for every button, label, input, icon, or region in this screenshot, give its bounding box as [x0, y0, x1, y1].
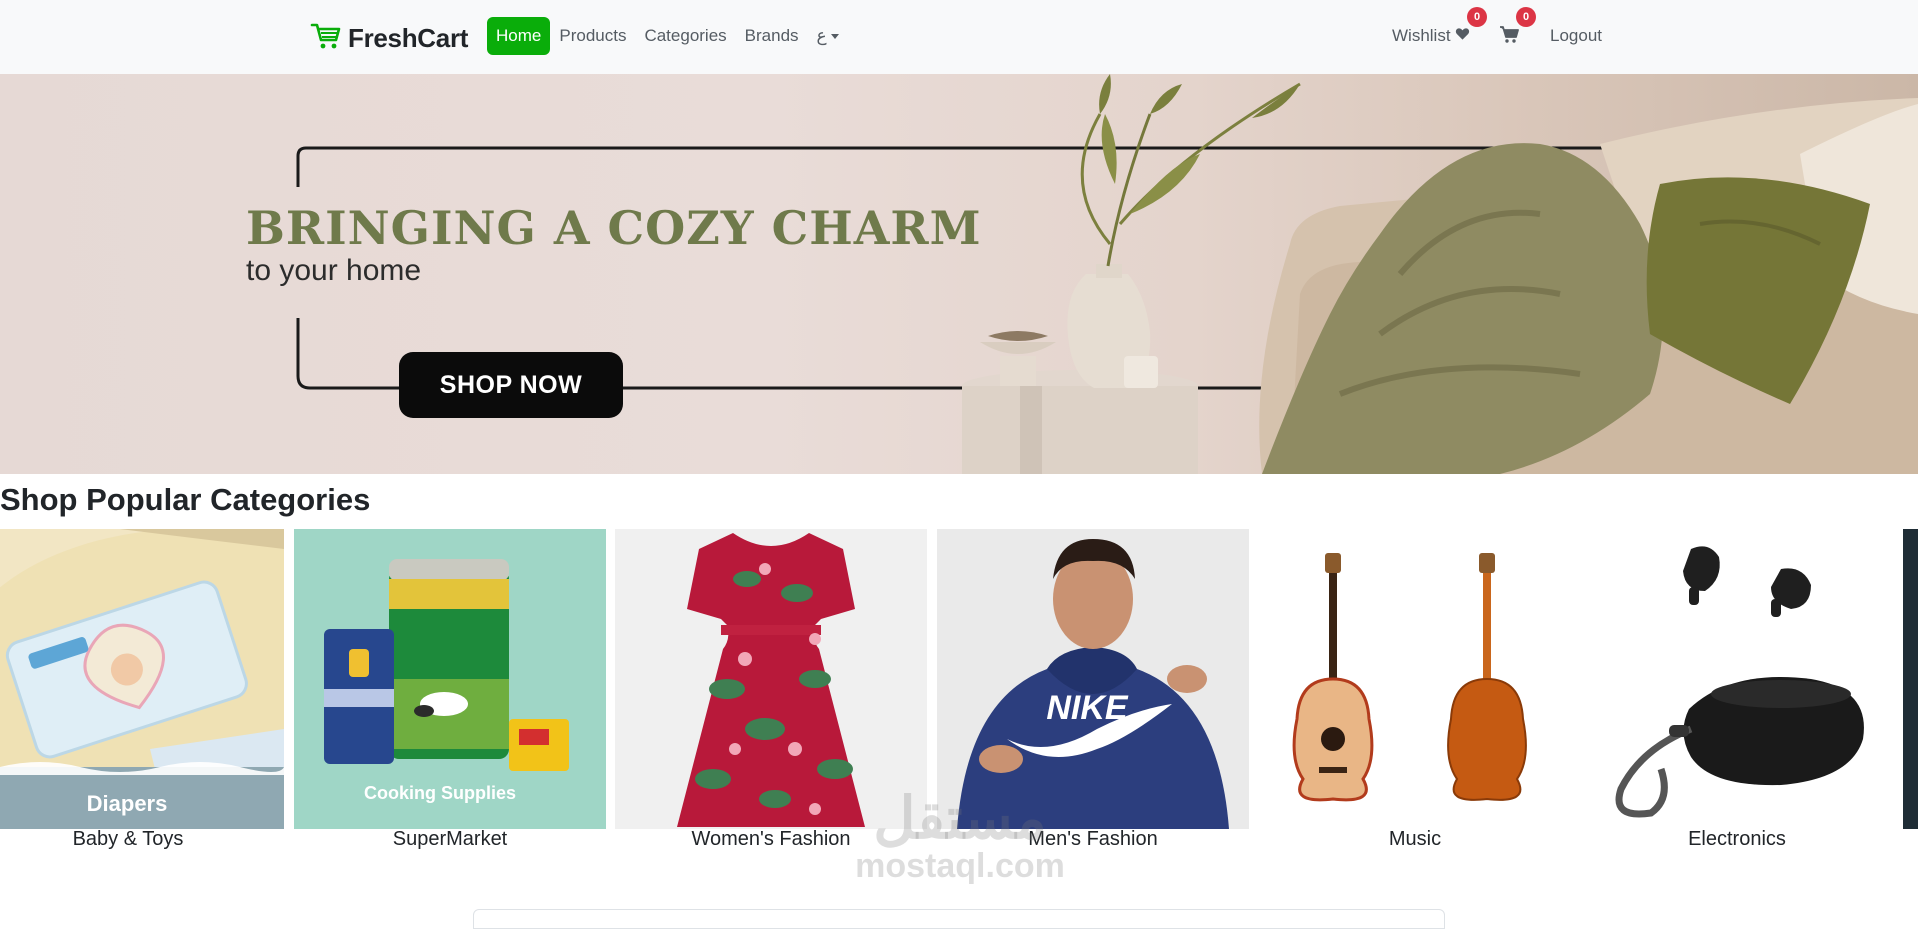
- category-label[interactable]: Women's Fashion: [615, 828, 927, 851]
- category-card-mens-fashion[interactable]: NIKE: [937, 529, 1249, 829]
- language-dropdown[interactable]: ع: [808, 17, 848, 55]
- nav-products[interactable]: Products: [550, 17, 635, 55]
- wishlist-link[interactable]: Wishlist: [1392, 26, 1470, 46]
- category-label[interactable]: Baby & Toys: [0, 828, 256, 851]
- wishlist-label: Wishlist: [1392, 26, 1451, 45]
- shopping-cart-icon: [1499, 26, 1519, 49]
- category-image-cooking-supplies: Cooking Supplies: [294, 529, 606, 829]
- category-image-text: Cooking Supplies: [364, 783, 516, 803]
- next-section-card: [473, 909, 1445, 929]
- category-card-supermarket[interactable]: Cooking Supplies: [294, 529, 606, 829]
- cart-count-badge: 0: [1516, 7, 1536, 27]
- cart-link[interactable]: [1499, 25, 1519, 50]
- category-card-music[interactable]: [1259, 529, 1571, 829]
- category-card-baby-toys[interactable]: Diapers: [0, 529, 284, 829]
- category-card-partial[interactable]: [1903, 529, 1918, 829]
- category-card-electronics[interactable]: [1581, 529, 1893, 829]
- category-image-diapers: Diapers: [0, 529, 284, 829]
- chevron-down-icon: [830, 33, 839, 39]
- logout-link[interactable]: Logout: [1550, 26, 1602, 46]
- shop-now-button[interactable]: SHOP NOW: [399, 352, 623, 418]
- brand-name: FreshCart: [348, 23, 469, 53]
- navbar: FreshCart Home Products Categories Brand…: [0, 0, 1918, 74]
- category-image-dress: [615, 529, 927, 829]
- heart-icon: [1455, 26, 1470, 46]
- section-title: Shop Popular Categories: [0, 482, 371, 517]
- category-label[interactable]: SuperMarket: [294, 828, 606, 851]
- nav-categories[interactable]: Categories: [635, 17, 735, 55]
- category-card-womens-fashion[interactable]: [615, 529, 927, 829]
- nav-home[interactable]: Home: [487, 17, 551, 55]
- hero-subtitle: to your home: [246, 254, 422, 287]
- brand-logo-link[interactable]: FreshCart: [310, 20, 468, 57]
- nav-brands[interactable]: Brands: [736, 17, 808, 55]
- watermark-latin: mostaql.com: [855, 847, 1065, 885]
- category-image-guitars: [1259, 529, 1571, 829]
- category-image-earbuds: [1581, 529, 1893, 829]
- cart-icon: [310, 20, 342, 57]
- wishlist-count-badge: 0: [1467, 7, 1487, 27]
- language-label: ع: [816, 26, 827, 45]
- hero-banner[interactable]: BRINGING A COZY CHARM to your home SHOP …: [0, 74, 1918, 474]
- category-label[interactable]: Electronics: [1581, 828, 1893, 851]
- category-image-text: NIKE: [1046, 689, 1129, 727]
- main-nav: Home Products Categories Brands ع: [487, 17, 848, 55]
- category-image-hoodie: NIKE: [937, 529, 1249, 829]
- category-label[interactable]: Music: [1259, 828, 1571, 851]
- category-image-text: Diapers: [87, 791, 168, 816]
- category-label[interactable]: Men's Fashion: [937, 828, 1249, 851]
- hero-title: BRINGING A COZY CHARM: [246, 201, 982, 255]
